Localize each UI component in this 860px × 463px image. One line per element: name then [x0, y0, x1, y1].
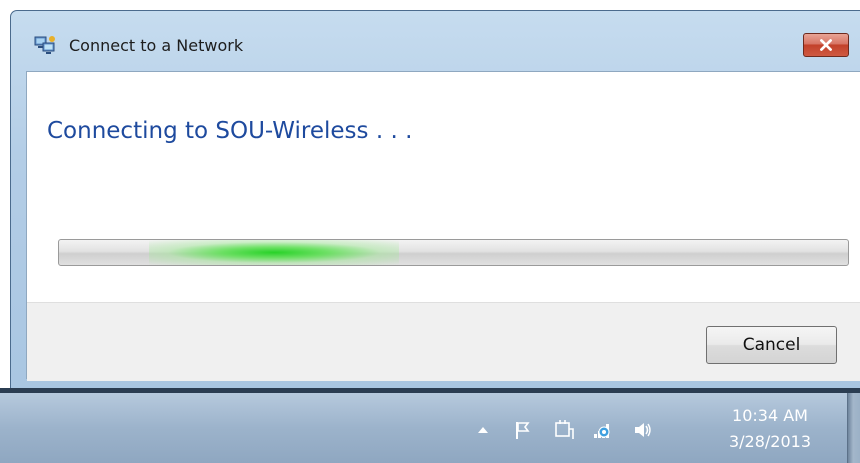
show-hidden-icons-arrow-icon[interactable] — [472, 419, 494, 441]
show-desktop-button[interactable] — [847, 393, 860, 463]
dialog-content: Connecting to SOU-Wireless . . . Cancel — [26, 71, 860, 381]
title-bar[interactable]: Connect to a Network — [11, 11, 860, 71]
action-center-flag-icon[interactable] — [512, 419, 534, 441]
dialog-footer: Cancel — [27, 302, 860, 381]
window-title: Connect to a Network — [69, 36, 244, 55]
network-connection-icon — [34, 35, 56, 55]
connection-status-heading: Connecting to SOU-Wireless . . . — [47, 118, 413, 144]
volume-speaker-icon[interactable] — [632, 419, 654, 441]
close-button[interactable] — [803, 33, 849, 57]
connect-dialog-window: Connect to a Network Connecting to SOU-W… — [10, 10, 860, 392]
clock-date: 3/28/2013 — [728, 432, 812, 451]
power-plug-icon[interactable] — [553, 419, 575, 441]
progress-marquee-glow — [149, 240, 399, 265]
system-clock[interactable]: 10:34 AM 3/28/2013 — [705, 403, 835, 455]
connection-progress-bar — [58, 239, 849, 266]
screen: Connect to a Network Connecting to SOU-W… — [0, 0, 860, 463]
close-icon — [820, 39, 832, 51]
taskbar: 10:34 AM 3/28/2013 — [0, 393, 860, 463]
clock-time: 10:34 AM — [732, 406, 808, 425]
cancel-button[interactable]: Cancel — [706, 326, 837, 364]
network-signal-icon[interactable] — [592, 419, 614, 441]
